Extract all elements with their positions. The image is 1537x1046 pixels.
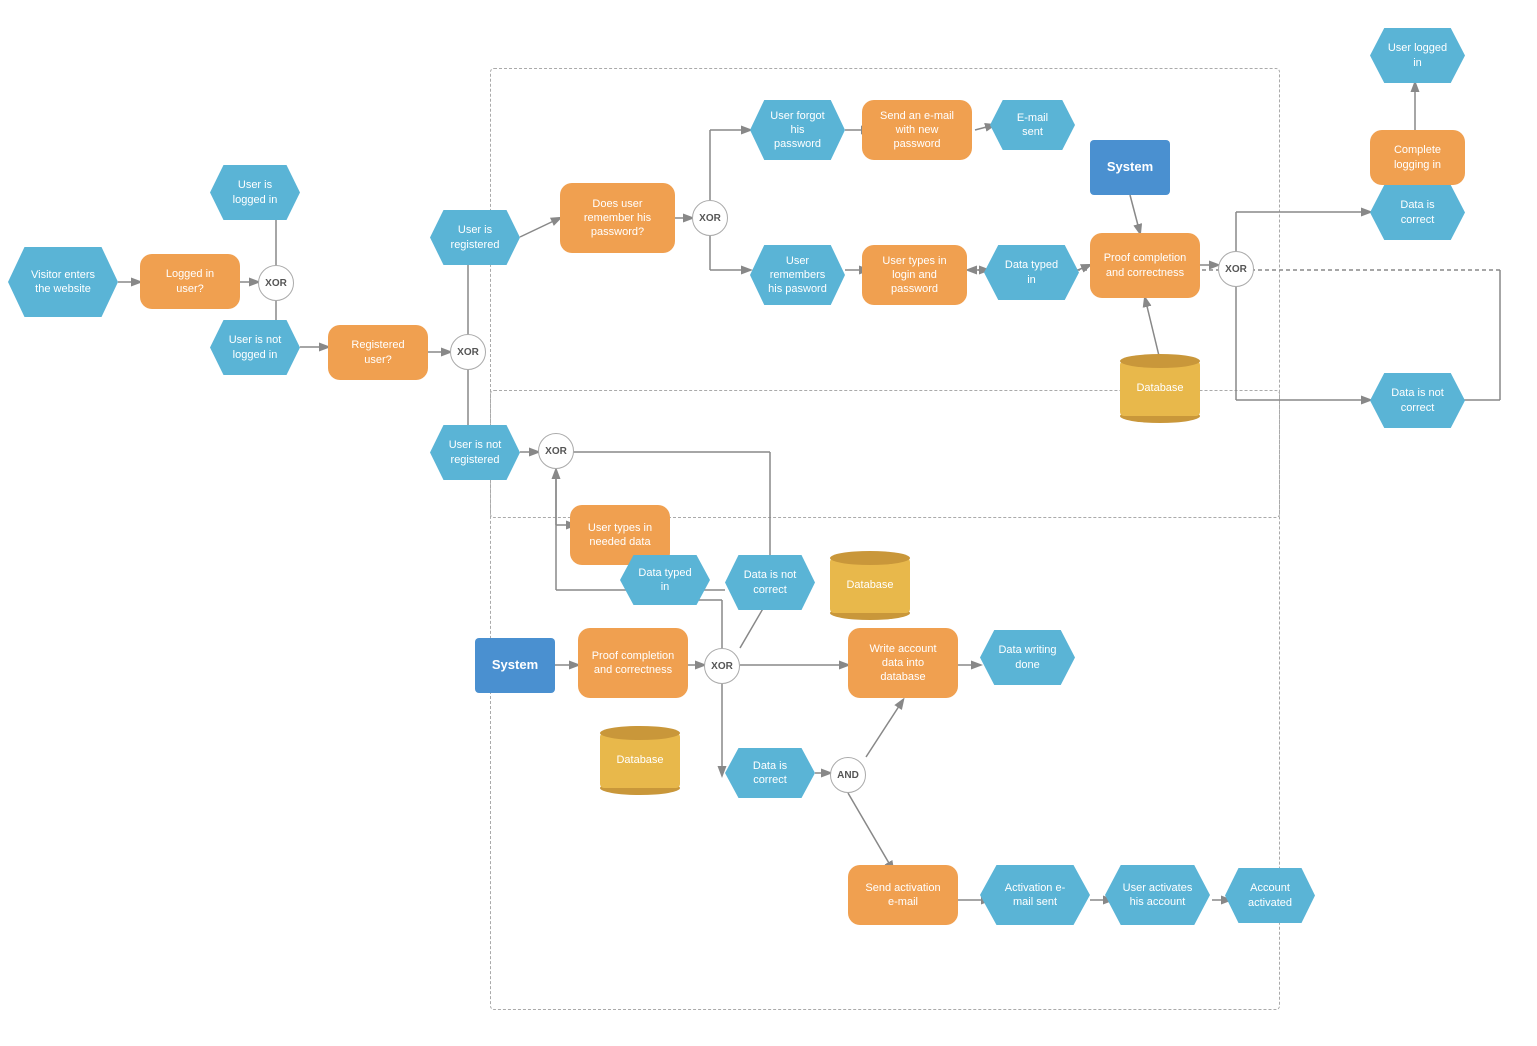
database-reg-top-node: Database — [830, 545, 910, 625]
activation-sent-node: Activation e-mail sent — [980, 865, 1090, 925]
xor-pwd-node: XOR — [692, 200, 728, 236]
proof-completion-reg-node: Proof completion and correctness — [578, 628, 688, 698]
xor-login-node: XOR — [1218, 251, 1254, 287]
user-logged-in-node: User is logged in — [210, 165, 300, 220]
cylinder-top-2 — [600, 726, 680, 740]
system-reg-node: System — [475, 638, 555, 693]
visitor-enters-node: Visitor enters the website — [8, 247, 118, 317]
user-not-registered-node: User is not registered — [430, 425, 520, 480]
proof-completion-login-node: Proof completion and correctness — [1090, 233, 1200, 298]
does-user-remember-node: Does user remember his password? — [560, 183, 675, 253]
user-logged-in-top-node: User logged in — [1370, 28, 1465, 83]
data-typed-reg-node: Data typed in — [620, 555, 710, 605]
xor-reg-node: XOR — [704, 648, 740, 684]
cylinder-body-2: Database — [600, 733, 680, 788]
user-remembers-node: User remembers his pasword — [750, 245, 845, 305]
email-sent-node: E-mail sent — [990, 100, 1075, 150]
user-types-login-node: User types in login and password — [862, 245, 967, 305]
system-login-node: System — [1090, 140, 1170, 195]
complete-logging-node: Complete logging in — [1370, 130, 1465, 185]
data-writing-done-node: Data writing done — [980, 630, 1075, 685]
database-login-node: Database — [1120, 348, 1200, 428]
cylinder-body: Database — [830, 558, 910, 613]
account-activated-node: Account activated — [1225, 868, 1315, 923]
xor1-node: XOR — [258, 265, 294, 301]
user-forgot-node: User forgot his password — [750, 100, 845, 160]
data-is-correct-reg-node: Data is correct — [725, 748, 815, 798]
data-is-correct-login-node: Data is correct — [1370, 185, 1465, 240]
cylinder-body-login: Database — [1120, 361, 1200, 416]
database-reg-bottom-node: Database — [600, 720, 680, 800]
logged-in-user-node: Logged in user? — [140, 254, 240, 309]
xor3-node: XOR — [538, 433, 574, 469]
send-email-new-pwd-node: Send an e-mail with new password — [862, 100, 972, 160]
registered-user-node: Registered user? — [328, 325, 428, 380]
data-not-correct-reg-node: Data is not correct — [725, 555, 815, 610]
xor2-node: XOR — [450, 334, 486, 370]
user-is-registered-node: User is registered — [430, 210, 520, 265]
cylinder-top-login — [1120, 354, 1200, 368]
flowchart-canvas: Visitor enters the website Logged in use… — [0, 0, 1537, 1046]
user-not-logged-in-node: User is not logged in — [210, 320, 300, 375]
cylinder-top — [830, 551, 910, 565]
data-not-correct-login-node: Data is not correct — [1370, 373, 1465, 428]
write-account-node: Write account data into database — [848, 628, 958, 698]
data-typed-login-node: Data typed in — [984, 245, 1079, 300]
and-node: AND — [830, 757, 866, 793]
user-activates-node: User activates his account — [1105, 865, 1210, 925]
send-activation-node: Send activation e-mail — [848, 865, 958, 925]
